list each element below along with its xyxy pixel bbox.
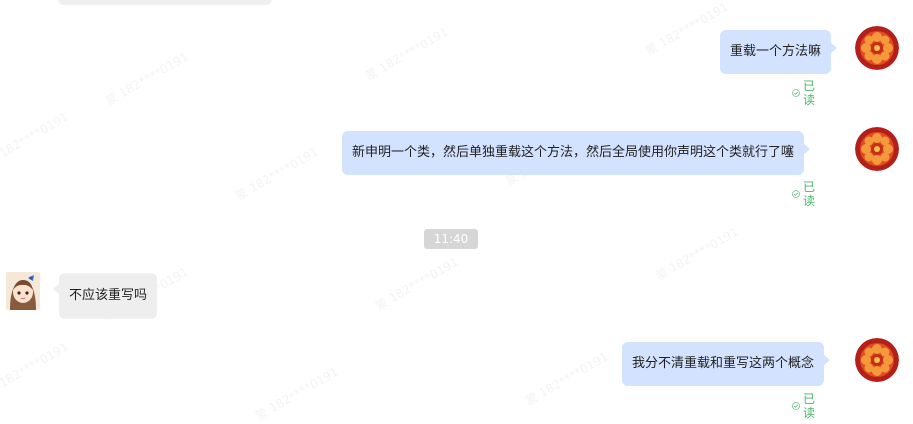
message-text: 新申明一个类，然后单独重载这个方法，然后全局使用你声明这个类就行了噻 bbox=[352, 145, 795, 160]
message-bubble[interactable]: 重载一个方法嘛 bbox=[720, 30, 838, 74]
self-avatar[interactable] bbox=[855, 26, 899, 70]
orange-flower-avatar-icon bbox=[855, 26, 899, 70]
read-status-label: 已读 bbox=[803, 79, 816, 107]
message-bubble-partial[interactable] bbox=[58, 0, 272, 5]
chat-message-area: 蒙 182****0191 蒙 182****0191 蒙 182****019… bbox=[0, 0, 913, 423]
time-divider: 11:40 bbox=[424, 229, 478, 249]
read-status: 已读 bbox=[792, 392, 819, 420]
watermark: 蒙 182****0191 bbox=[102, 49, 191, 109]
read-status: 已读 bbox=[792, 79, 819, 107]
message-text: 不应该重写吗 bbox=[69, 288, 148, 303]
watermark: 蒙 182****0191 bbox=[232, 144, 321, 204]
message-text: 重载一个方法嘛 bbox=[730, 44, 822, 59]
anime-girl-avatar-icon bbox=[6, 272, 40, 310]
read-status-label: 已读 bbox=[803, 392, 816, 420]
message-bubble[interactable]: 不应该重写吗 bbox=[52, 273, 158, 319]
read-status: 已读 bbox=[792, 180, 819, 208]
self-avatar[interactable] bbox=[855, 127, 899, 171]
orange-flower-avatar-icon bbox=[855, 338, 899, 382]
watermark: 蒙 182****0191 bbox=[252, 364, 341, 424]
read-status-label: 已读 bbox=[803, 180, 816, 208]
watermark: 蒙 182****0191 bbox=[0, 339, 71, 399]
check-circle-icon bbox=[792, 190, 800, 198]
watermark: 蒙 182****0191 bbox=[0, 109, 71, 169]
orange-flower-avatar-icon bbox=[855, 127, 899, 171]
contact-avatar[interactable] bbox=[6, 272, 40, 310]
check-circle-icon bbox=[792, 402, 800, 410]
message-text: 我分不清重载和重写这两个概念 bbox=[632, 356, 815, 371]
watermark: 蒙 182****0191 bbox=[652, 224, 741, 284]
watermark: 蒙 182****0191 bbox=[362, 24, 451, 84]
watermark: 蒙 182****0191 bbox=[372, 254, 461, 314]
watermark: 蒙 182****0191 bbox=[642, 0, 731, 59]
message-bubble[interactable]: 我分不清重载和重写这两个概念 bbox=[622, 342, 831, 386]
self-avatar[interactable] bbox=[855, 338, 899, 382]
check-circle-icon bbox=[792, 89, 800, 97]
watermark: 蒙 182****0191 bbox=[522, 349, 611, 409]
message-bubble[interactable]: 新申明一个类，然后单独重载这个方法，然后全局使用你声明这个类就行了噻 bbox=[342, 131, 811, 175]
